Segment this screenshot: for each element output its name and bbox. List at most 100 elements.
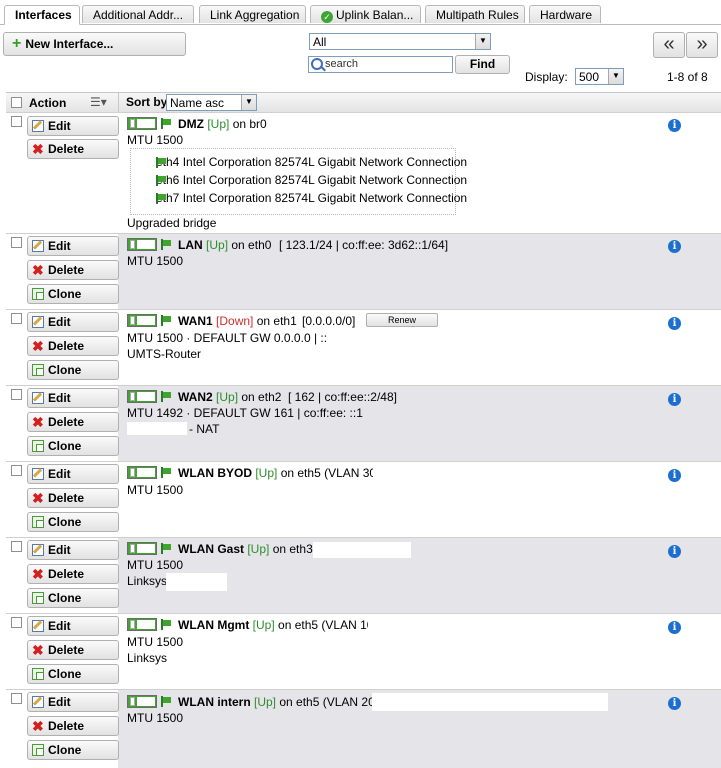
edit-button[interactable]: Edit — [27, 312, 119, 332]
clone-button[interactable]: Clone — [27, 360, 119, 380]
edit-button[interactable]: Edit — [27, 692, 119, 712]
edit-icon — [32, 120, 44, 132]
interface-status: [Up] — [216, 390, 239, 404]
interface-mtu: MTU 1500 — [127, 133, 184, 147]
delete-icon: ✖ — [32, 718, 44, 734]
info-icon[interactable]: i — [668, 697, 681, 710]
clone-label: Clone — [48, 515, 82, 529]
delete-icon: ✖ — [32, 262, 44, 278]
enable-toggle[interactable] — [127, 542, 157, 555]
display-count-select[interactable]: 500 ▼ — [575, 68, 624, 85]
info-icon[interactable]: i — [668, 240, 681, 253]
interface-comment: Linksys — [127, 651, 168, 665]
edit-button[interactable]: Edit — [27, 464, 119, 484]
tab-multipath-rules[interactable]: Multipath Rules — [425, 5, 525, 23]
delete-button[interactable]: ✖ Delete — [27, 488, 119, 508]
interface-flag-icon — [161, 315, 172, 326]
delete-label: Delete — [48, 415, 85, 429]
delete-button[interactable]: ✖ Delete — [27, 716, 119, 736]
clone-icon — [32, 440, 44, 452]
row-checkbox[interactable] — [11, 389, 22, 400]
tab-label: Link Aggregation — [210, 8, 300, 22]
info-icon[interactable]: i — [668, 393, 681, 406]
interface-name: WLAN Gast — [178, 542, 244, 556]
info-icon[interactable]: i — [668, 469, 681, 482]
tab-hardware[interactable]: Hardware — [529, 5, 601, 23]
find-button[interactable]: Find — [455, 55, 510, 74]
tab-interfaces[interactable]: Interfaces — [4, 5, 80, 25]
delete-button[interactable]: ✖ Delete — [27, 260, 119, 280]
delete-button[interactable]: ✖ Delete — [27, 412, 119, 432]
redacted-field — [368, 617, 468, 636]
enable-toggle[interactable] — [127, 466, 157, 479]
edit-button[interactable]: Edit — [27, 616, 119, 636]
member-label: eth4 Intel Corporation 82574L Gigabit Ne… — [156, 155, 468, 169]
tab-link-aggregation[interactable]: Link Aggregation — [199, 5, 306, 23]
select-all-checkbox[interactable] — [11, 97, 22, 108]
interface-name: LAN — [178, 238, 203, 252]
edit-button[interactable]: Edit — [27, 116, 119, 136]
edit-button[interactable]: Edit — [27, 540, 119, 560]
edit-button[interactable]: Edit — [27, 388, 119, 408]
tab-additional-addresses[interactable]: Additional Addr... — [82, 5, 194, 23]
row-checkbox[interactable] — [11, 465, 22, 476]
redacted-field — [373, 464, 605, 481]
info-icon[interactable]: i — [668, 119, 681, 132]
delete-button[interactable]: ✖ Delete — [27, 564, 119, 584]
renew-button[interactable]: Renew — [366, 313, 438, 327]
enable-toggle[interactable] — [127, 117, 157, 130]
delete-label: Delete — [48, 142, 85, 156]
enable-toggle[interactable] — [127, 618, 157, 631]
prev-page-button[interactable]: « — [653, 32, 685, 58]
interface-flag-icon — [161, 391, 172, 402]
interface-mtu: MTU 1500 — [127, 635, 184, 649]
interface-device: on eth2 — [241, 390, 282, 404]
info-icon[interactable]: i — [668, 317, 681, 330]
enable-toggle[interactable] — [127, 314, 157, 327]
info-icon[interactable]: i — [668, 621, 681, 634]
row-checkbox[interactable] — [11, 313, 22, 324]
clone-button[interactable]: Clone — [27, 664, 119, 684]
interface-title: WAN2 [Up] on eth2 — [178, 390, 281, 404]
new-interface-button[interactable]: + New Interface... — [3, 32, 186, 56]
table-row: Edit ✖ Delete Clone — [6, 309, 721, 385]
sort-select[interactable]: Name asc ▼ — [166, 94, 257, 111]
enable-toggle[interactable] — [127, 238, 157, 251]
edit-icon — [32, 468, 44, 480]
enable-toggle[interactable] — [127, 695, 157, 708]
clone-icon — [32, 364, 44, 376]
interface-name: WLAN Mgmt — [178, 618, 250, 632]
tab-label: Interfaces — [15, 8, 72, 22]
result-range: 1-8 of 8 — [667, 70, 708, 84]
edit-button[interactable]: Edit — [27, 236, 119, 256]
display-count-value: 500 — [579, 70, 600, 84]
row-checkbox[interactable] — [11, 116, 22, 127]
clone-button[interactable]: Clone — [27, 512, 119, 532]
interface-device: on eth1 — [256, 314, 297, 328]
clone-button[interactable]: Clone — [27, 284, 119, 304]
search-input[interactable]: search — [308, 56, 453, 73]
interface-status: [Up] — [247, 542, 270, 556]
filter-select[interactable]: All ▼ — [309, 33, 491, 50]
row-checkbox[interactable] — [11, 693, 22, 704]
delete-button[interactable]: ✖ Delete — [27, 640, 119, 660]
clone-button[interactable]: Clone — [27, 588, 119, 608]
clone-button[interactable]: Clone — [27, 436, 119, 456]
delete-button[interactable]: ✖ Delete — [27, 336, 119, 356]
row-checkbox[interactable] — [11, 237, 22, 248]
column-menu-icon[interactable]: ☰▾ — [90, 95, 107, 109]
clone-button[interactable]: Clone — [27, 740, 119, 760]
row-checkbox[interactable] — [11, 541, 22, 552]
enable-toggle[interactable] — [127, 390, 157, 403]
clone-label: Clone — [48, 363, 82, 377]
edit-label: Edit — [48, 119, 71, 133]
delete-icon: ✖ — [32, 642, 44, 658]
next-page-button[interactable]: » — [686, 32, 718, 58]
delete-button[interactable]: ✖ Delete — [27, 139, 119, 159]
redacted-field — [127, 422, 187, 435]
interface-flag-icon — [161, 239, 172, 250]
info-icon[interactable]: i — [668, 545, 681, 558]
tab-uplink-balancing[interactable]: ✓ Uplink Balan... — [310, 5, 421, 23]
row-checkbox[interactable] — [11, 617, 22, 628]
interface-name: WLAN BYOD — [178, 466, 252, 480]
